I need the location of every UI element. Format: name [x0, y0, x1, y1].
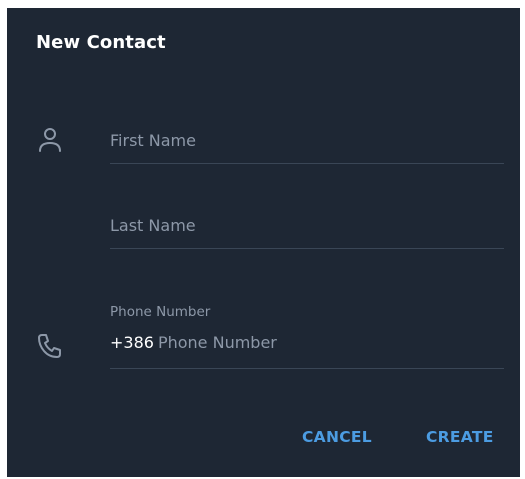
last-name-placeholder: Last Name	[110, 216, 196, 235]
create-button[interactable]: CREATE	[426, 428, 494, 446]
last-name-field[interactable]: Last Name	[110, 213, 504, 249]
phone-country-code: +386	[110, 333, 154, 352]
phone-number-placeholder: Phone Number	[157, 333, 277, 352]
phone-number-label: Phone Number	[110, 304, 211, 320]
first-name-field[interactable]: First Name	[110, 128, 504, 164]
phone-number-input-row[interactable]: +386 Phone Number	[110, 333, 277, 352]
dialog-title: New Contact	[36, 32, 166, 53]
cancel-button[interactable]: CANCEL	[302, 428, 372, 446]
phone-icon	[35, 331, 65, 361]
person-icon	[37, 125, 67, 155]
new-contact-dialog: New Contact First Name Last Name Phone N…	[7, 8, 520, 477]
phone-number-field[interactable]: Phone Number +386 Phone Number	[110, 302, 504, 369]
first-name-placeholder: First Name	[110, 131, 196, 150]
